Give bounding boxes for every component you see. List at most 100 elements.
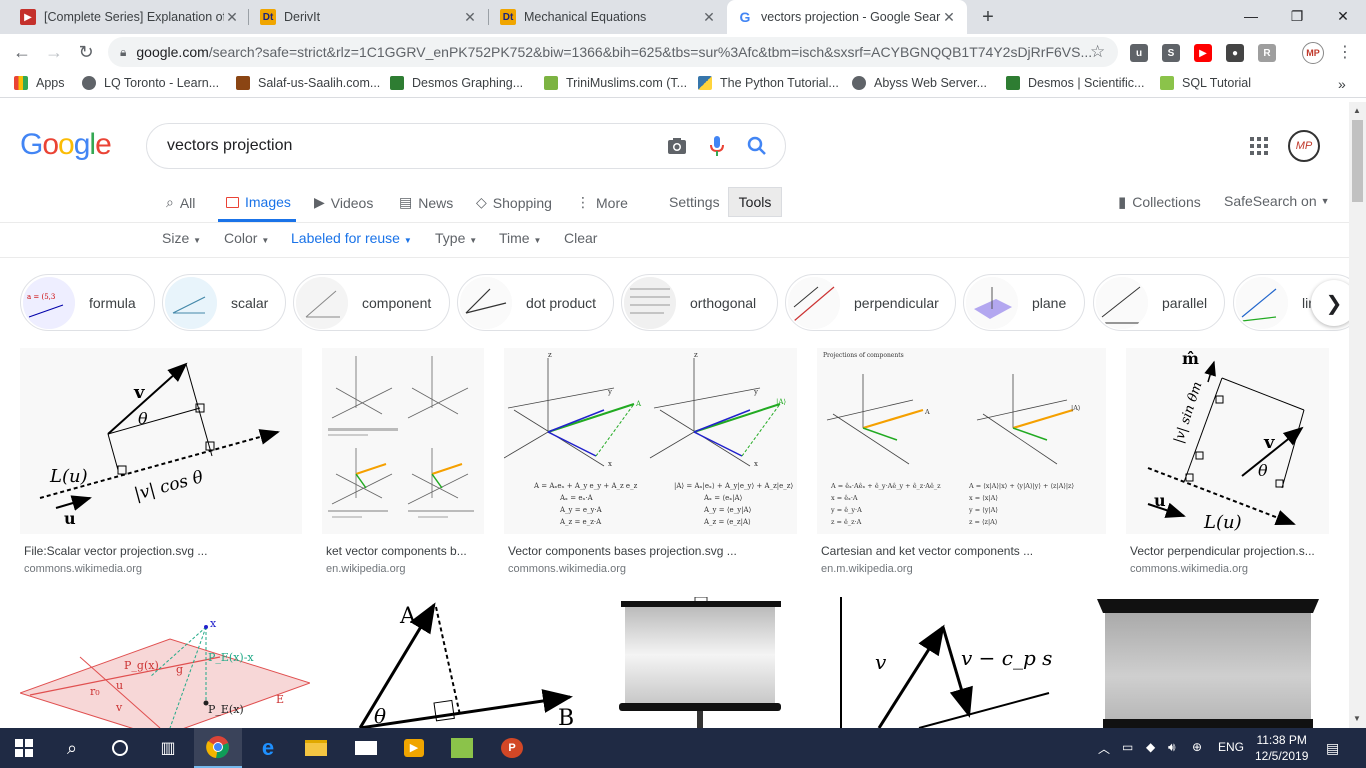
profile-avatar[interactable]: MP — [1302, 42, 1324, 64]
result-thumbnail[interactable]: x P_E(x)-x P_g(x) g r₀ u v P_E(x) E — [20, 597, 310, 728]
chip-scalar[interactable]: scalar — [162, 274, 286, 331]
bookmark-star-icon[interactable]: ☆ — [1090, 42, 1105, 62]
image-result[interactable]: x P_E(x)-x P_g(x) g r₀ u v P_E(x) E — [20, 597, 310, 728]
size-filter[interactable]: Size ▼ — [162, 230, 201, 246]
google-logo[interactable]: Google — [20, 128, 112, 162]
result-thumbnail[interactable] — [611, 597, 789, 728]
reader-extension-icon[interactable]: R — [1258, 44, 1276, 62]
camera-icon[interactable] — [665, 134, 689, 158]
image-result[interactable]: ket vector components b... en.wikipedia.… — [322, 348, 484, 578]
image-result[interactable]: A θ B — [330, 597, 591, 728]
scroll-up-icon[interactable]: ▲ — [1353, 106, 1361, 115]
image-result[interactable]: v θ L(u) u |v| cos θ File:Scalar vector … — [20, 348, 302, 578]
clear-filters-button[interactable]: Clear — [564, 230, 597, 246]
result-source[interactable]: en.wikipedia.org — [326, 563, 406, 575]
chip-perpendicular[interactable]: perpendicular — [785, 274, 956, 331]
result-thumbnail[interactable]: Projections of components A |A⟩ A = êₓ·A… — [817, 348, 1106, 534]
maximize-button[interactable]: ❐ — [1274, 0, 1320, 32]
browser-tab[interactable]: Dt DerivIt ✕ — [250, 0, 488, 34]
windows-start-icon[interactable] — [0, 728, 48, 768]
volume-icon[interactable]: 🔊︎ — [1168, 740, 1176, 755]
result-source[interactable]: commons.wikimedia.org — [24, 563, 142, 575]
image-result[interactable]: m̂ |v| sin θm v θ u L(u) Vector perpendi… — [1126, 348, 1329, 578]
chip-plane[interactable]: plane — [963, 274, 1085, 331]
mail-icon[interactable] — [342, 728, 390, 768]
settings-link[interactable]: Settings — [669, 194, 720, 210]
result-title[interactable]: Cartesian and ket vector components ... — [821, 544, 1106, 558]
result-source[interactable]: en.m.wikipedia.org — [821, 563, 913, 575]
tab-shopping[interactable]: ◇ Shopping — [476, 194, 552, 211]
ublock-extension-icon[interactable]: u — [1130, 44, 1148, 62]
result-thumbnail[interactable]: m̂ |v| sin θm v θ u L(u) — [1126, 348, 1329, 534]
minimize-button[interactable]: — — [1228, 0, 1274, 32]
edge-icon[interactable]: e — [244, 728, 292, 768]
bookmarks-overflow-button[interactable]: » — [1338, 76, 1346, 92]
result-title[interactable]: ket vector components b... — [326, 544, 484, 558]
close-tab-icon[interactable]: ✕ — [941, 9, 957, 26]
bookmark-item[interactable]: LQ Toronto - Learn... — [82, 76, 219, 90]
bookmark-item[interactable]: The Python Tutorial... — [698, 76, 839, 90]
scroll-down-icon[interactable]: ▼ — [1353, 714, 1361, 723]
result-source[interactable]: commons.wikimedia.org — [1130, 563, 1248, 575]
cortana-icon[interactable] — [96, 728, 144, 768]
microphone-icon[interactable] — [705, 134, 729, 158]
usage-rights-filter[interactable]: Labeled for reuse ▼ — [291, 230, 412, 246]
safesearch-dropdown[interactable]: SafeSearch on ▼ — [1224, 193, 1330, 209]
result-thumbnail[interactable]: v θ L(u) u |v| cos θ — [20, 348, 302, 534]
bookmark-item[interactable]: SQL Tutorial — [1160, 76, 1251, 90]
skype-extension-icon[interactable]: S — [1162, 44, 1180, 62]
network-icon[interactable]: ⊕ — [1192, 740, 1202, 754]
search-icon[interactable] — [745, 134, 769, 158]
result-thumbnail[interactable]: A θ B — [330, 597, 591, 728]
kebab-menu-icon[interactable]: ⋮ — [1337, 42, 1353, 62]
clock[interactable]: 11:38 PM 12/5/2019 — [1255, 732, 1308, 764]
geogebra-icon[interactable] — [438, 728, 486, 768]
google-apps-grid-icon[interactable] — [1250, 137, 1268, 155]
search-box[interactable]: vectors projection — [146, 123, 786, 169]
chip-orthogonal[interactable]: orthogonal — [621, 274, 778, 331]
result-title[interactable]: File:Scalar vector projection.svg ... — [24, 544, 302, 558]
search-icon[interactable]: ⌕ — [48, 728, 96, 768]
tab-videos[interactable]: ▶ Videos — [314, 194, 373, 211]
close-window-button[interactable]: ✕ — [1320, 0, 1366, 32]
result-source[interactable]: commons.wikimedia.org — [508, 563, 626, 575]
tab-images[interactable]: Images — [226, 194, 291, 210]
type-filter[interactable]: Type ▼ — [435, 230, 477, 246]
result-title[interactable]: Vector perpendicular projection.s... — [1130, 544, 1329, 558]
account-avatar[interactable]: MP — [1288, 130, 1320, 162]
tab-news[interactable]: ▤ News — [399, 194, 453, 211]
dropbox-icon[interactable]: ◆ — [1146, 740, 1155, 754]
chip-dot-product[interactable]: dot product — [457, 274, 614, 331]
notifications-icon[interactable]: ▤ — [1326, 740, 1339, 757]
chrome-taskbar-icon[interactable] — [194, 728, 242, 768]
browser-tab-active[interactable]: G vectors projection - Google Sear ✕ — [727, 0, 967, 34]
result-thumbnail[interactable] — [322, 348, 484, 534]
file-explorer-icon[interactable] — [292, 728, 340, 768]
people-extension-icon[interactable]: ● — [1226, 44, 1244, 62]
scrollbar-thumb[interactable] — [1352, 120, 1363, 202]
result-title[interactable]: Vector components bases projection.svg .… — [508, 544, 797, 558]
collections-link[interactable]: ▮ Collections — [1118, 193, 1201, 211]
bookmark-apps[interactable]: Apps — [14, 76, 65, 90]
chip-formula[interactable]: a = (5,3 formula — [20, 274, 155, 331]
language-indicator[interactable]: ENG — [1218, 740, 1244, 754]
result-thumbnail[interactable]: z z x x y y A |A⟩ A = Aₓeₓ + A_y e_y + A… — [504, 348, 797, 534]
media-player-icon[interactable]: ▶ — [390, 728, 438, 768]
browser-tab[interactable]: Dt Mechanical Equations ✕ — [490, 0, 727, 34]
page-scrollbar[interactable]: ▲ ▼ — [1349, 102, 1366, 728]
close-tab-icon[interactable]: ✕ — [701, 9, 717, 26]
tab-all[interactable]: ⌕ All — [166, 194, 195, 211]
bookmark-item[interactable]: TriniMuslims.com (T... — [544, 76, 687, 90]
browser-tab[interactable]: ▶ [Complete Series] Explanation of ✕ — [10, 0, 250, 34]
image-result[interactable]: Projections of components A |A⟩ A = êₓ·A… — [817, 348, 1106, 578]
image-result[interactable] — [611, 597, 789, 728]
bookmark-item[interactable]: Salaf-us-Saalih.com... — [236, 76, 380, 90]
forward-arrow-icon[interactable]: → — [42, 40, 66, 64]
youtube-extension-icon[interactable]: ▶ — [1194, 44, 1212, 62]
bookmark-item[interactable]: Desmos | Scientific... — [1006, 76, 1144, 90]
bookmark-item[interactable]: Desmos Graphing... — [390, 76, 523, 90]
tools-button[interactable]: Tools — [728, 187, 782, 217]
new-tab-button[interactable]: + — [976, 5, 1000, 29]
task-view-icon[interactable]: ▥ — [144, 728, 192, 768]
chip-component[interactable]: component — [293, 274, 450, 331]
